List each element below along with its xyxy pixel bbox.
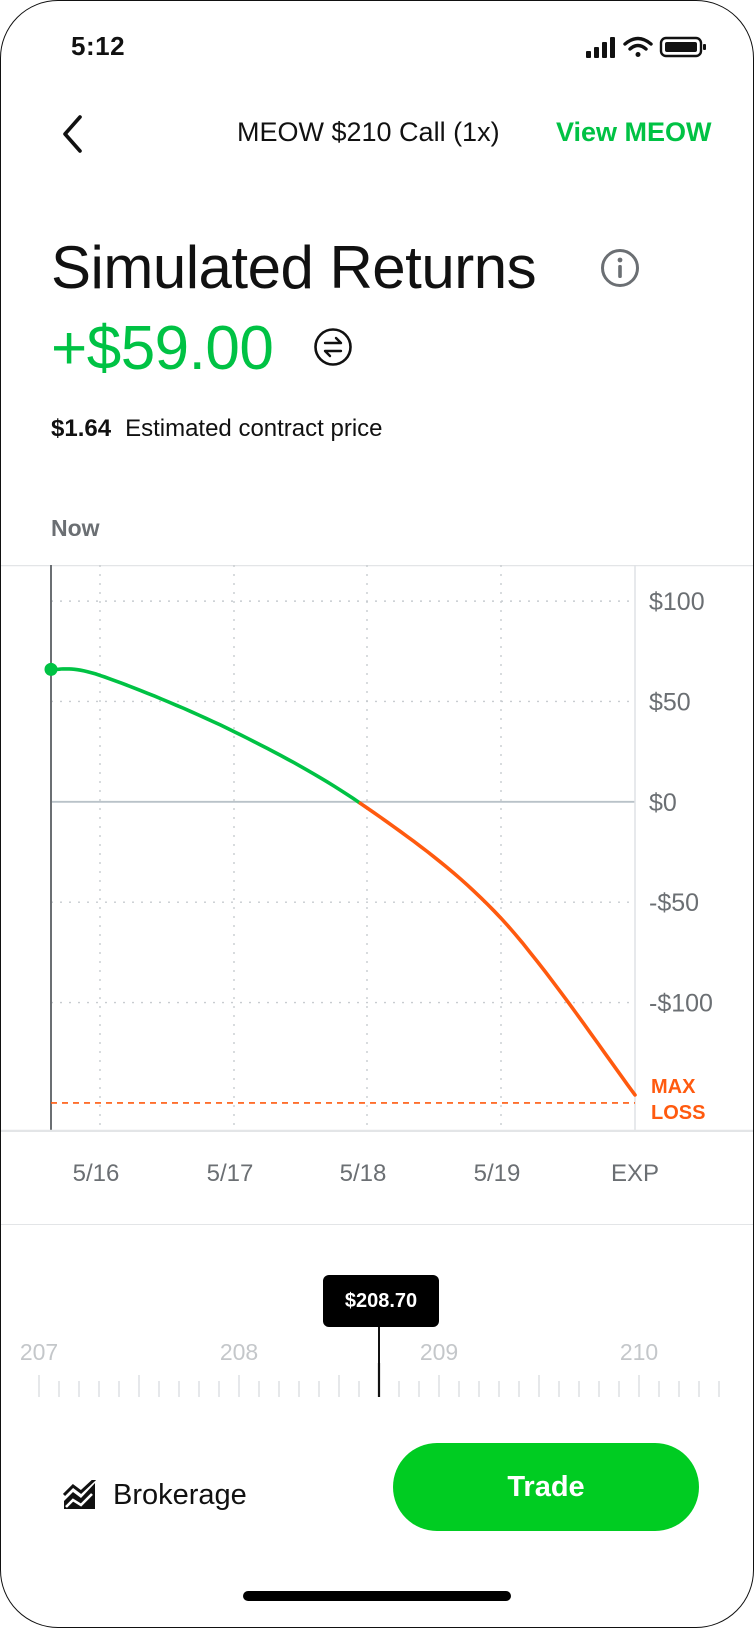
- trade-button[interactable]: Trade: [393, 1443, 699, 1531]
- contract-price: $1.64: [51, 415, 112, 442]
- x-tick-label: 5/16: [72, 1160, 120, 1187]
- contract-price-label: Estimated contract price: [125, 415, 383, 442]
- cellular-signal-icon: [586, 37, 615, 58]
- y-tick-label: $50: [649, 688, 691, 716]
- max-loss-label-line2: LOSS: [651, 1102, 705, 1124]
- contract-price-row: $1.64 Estimated contract price: [51, 415, 383, 443]
- nav-title: MEOW $210 Call (1x): [237, 117, 500, 147]
- ruler-price-label: 209: [419, 1339, 459, 1365]
- max-loss-label-line1: MAX: [651, 1076, 696, 1098]
- wifi-icon: [623, 36, 653, 57]
- y-tick-label: -$50: [649, 889, 699, 917]
- chevron-left-icon[interactable]: [55, 109, 95, 159]
- underlying-price-selector[interactable]: $208.70 207 208 209 210: [1, 1223, 753, 1433]
- status-time: 5:12: [71, 31, 126, 61]
- x-tick-label: 5/18: [339, 1160, 387, 1187]
- brokerage-label: Brokerage: [113, 1478, 247, 1511]
- x-tick-label: 5/19: [473, 1160, 521, 1187]
- phone-screen: 5:12 MEOW $210 Call (1x) View MEOW Simul…: [0, 0, 754, 1628]
- x-tick-label: 5/17: [206, 1160, 254, 1187]
- series-line-loss: [358, 801, 637, 1097]
- y-tick-label: -$100: [649, 990, 713, 1018]
- info-icon[interactable]: [599, 247, 641, 289]
- bottom-bar: Brokerage Trade: [1, 1441, 753, 1541]
- view-ticker-link[interactable]: View MEOW: [556, 117, 712, 148]
- home-indicator: [243, 1591, 511, 1601]
- current-value-dot: [44, 662, 58, 676]
- date-axis: 5/16 5/17 5/18 5/19 EXP: [1, 1131, 753, 1225]
- brokerage-button[interactable]: Brokerage: [63, 1475, 247, 1515]
- now-label: Now: [51, 515, 100, 541]
- ruler-price-label: 207: [19, 1339, 59, 1365]
- battery-icon: [659, 36, 706, 58]
- ruler-price-label: 208: [219, 1339, 259, 1365]
- simulated-returns-chart[interactable]: $100 $50 $0 -$50 -$100 MAX LOSS: [1, 565, 753, 1131]
- returns-value: +$59.00: [51, 314, 274, 383]
- status-icons: [586, 36, 706, 58]
- page-title: Simulated Returns: [51, 234, 537, 301]
- series-line-profit: [49, 667, 363, 806]
- y-tick-label: $100: [649, 588, 705, 616]
- ruler-price-label: 210: [619, 1339, 659, 1365]
- selected-price-stem: [378, 1327, 380, 1367]
- ruler-ticks: [38, 1363, 720, 1397]
- brokerage-chart-icon: [63, 1480, 97, 1509]
- selected-price-badge: $208.70: [323, 1275, 439, 1327]
- y-tick-label: $0: [649, 789, 677, 817]
- swap-arrows-icon[interactable]: [313, 327, 353, 367]
- x-tick-label: EXP: [610, 1160, 660, 1187]
